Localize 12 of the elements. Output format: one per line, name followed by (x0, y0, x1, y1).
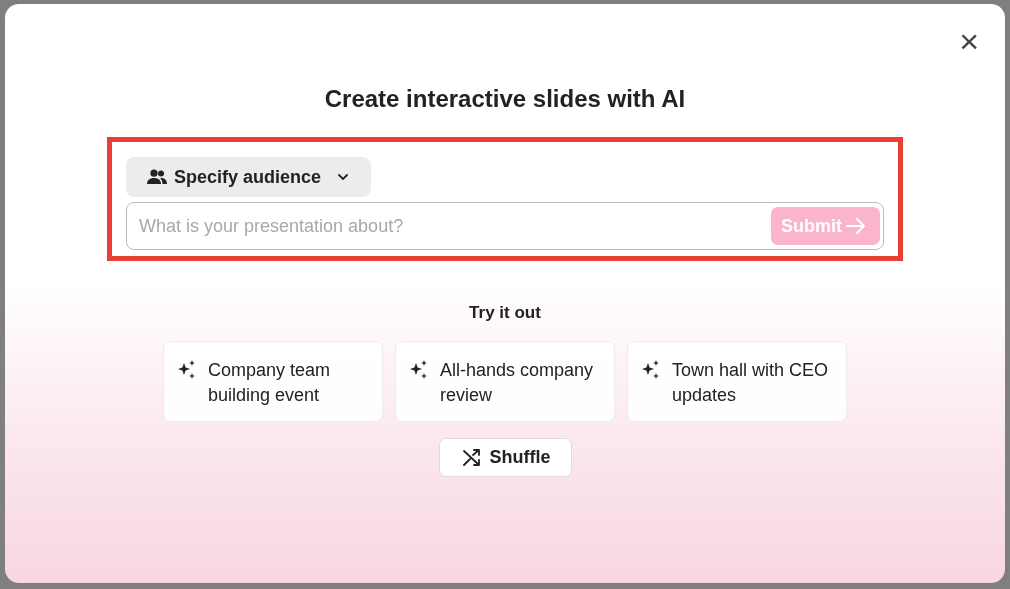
suggestion-card[interactable]: All-hands company review (395, 341, 615, 422)
shuffle-button[interactable]: Shuffle (438, 438, 572, 477)
chevron-down-icon (337, 173, 350, 181)
dialog-title: Create interactive slides with AI (324, 84, 686, 114)
close-button[interactable]: × (955, 24, 983, 58)
shuffle-icon (461, 448, 482, 467)
suggestion-card[interactable]: Company team building event (163, 341, 383, 422)
audience-dropdown[interactable]: Specify audience (126, 157, 372, 197)
arrow-right-icon (846, 218, 866, 234)
people-icon (146, 169, 168, 185)
section-heading: Try it out (469, 303, 541, 323)
suggestion-card[interactable]: Town hall with CEO updates (627, 341, 847, 422)
